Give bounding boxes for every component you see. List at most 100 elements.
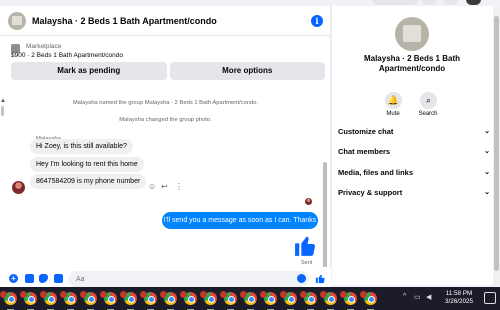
profile-badge: [260, 291, 267, 298]
chrome-icon[interactable]: [180, 291, 198, 310]
notifications-icon[interactable]: [484, 292, 496, 304]
system-message: Malaysha changed the group photo.: [119, 117, 212, 123]
search-icon[interactable]: ⌕: [420, 92, 437, 109]
profile-badge: [300, 291, 307, 298]
profile-badge: [60, 291, 67, 298]
gif-icon[interactable]: [54, 274, 63, 283]
network-icon[interactable]: ▭: [414, 293, 421, 301]
incoming-message[interactable]: Hi Zoey, is this still available?: [30, 139, 133, 154]
profile-badge: [340, 291, 347, 298]
chevron-down-icon: ⌄: [484, 128, 490, 135]
profile-badge: [160, 291, 167, 298]
section-label: Privacy & support: [338, 188, 403, 197]
chevron-down-icon: ⌄: [484, 169, 490, 176]
chat-title[interactable]: Malaysha · 2 Beds 1 Bath Apartment/condo: [32, 16, 217, 26]
chrome-icon[interactable]: [360, 291, 378, 310]
profile-badge: [20, 291, 27, 298]
read-receipt-avatar: [305, 198, 312, 205]
group-avatar-large[interactable]: [395, 17, 429, 51]
like-thumb-icon: [295, 236, 316, 256]
chrome-icon[interactable]: [80, 291, 98, 310]
message-input[interactable]: [68, 271, 309, 287]
profile-badge: [180, 291, 187, 298]
react-emoji-icon[interactable]: ☺: [148, 182, 156, 191]
profile-badge: [40, 291, 47, 298]
profile-badge: [360, 291, 367, 298]
reply-icon[interactable]: ↩: [161, 182, 168, 191]
incoming-message[interactable]: Hey I'm looking to rent this home: [30, 157, 144, 172]
mark-pending-button[interactable]: Mark as pending: [11, 62, 167, 80]
chrome-icon[interactable]: [60, 291, 78, 310]
section-customize-chat[interactable]: Customize chat ⌄: [338, 127, 490, 139]
section-label: Chat members: [338, 147, 391, 156]
chrome-icon[interactable]: [240, 291, 258, 310]
plus-icon[interactable]: +: [9, 274, 18, 283]
more-options-button[interactable]: More options: [169, 62, 325, 80]
chrome-icon[interactable]: [260, 291, 278, 310]
top-icon-button[interactable]: [422, 0, 437, 5]
info-icon[interactable]: i: [311, 15, 323, 27]
section-label: Customize chat: [338, 127, 394, 136]
group-name: Malaysha · 2 Beds 1 Bath Apartment/condo: [363, 54, 461, 73]
chrome-icon[interactable]: [340, 291, 358, 310]
chrome-icon[interactable]: [280, 291, 298, 310]
chrome-icon[interactable]: [220, 291, 238, 310]
chrome-icon[interactable]: [320, 291, 338, 310]
profile-avatar[interactable]: [466, 0, 481, 5]
marketplace-label: Marketplace: [26, 43, 62, 50]
section-label: Media, files and links: [338, 168, 414, 177]
profile-badge: [200, 291, 207, 298]
like-thumb-icon[interactable]: [315, 273, 326, 284]
taskbar: ^ ▭ ◀ 11:58 PM 3/26/2025: [0, 287, 500, 310]
profile-badge: [320, 291, 327, 298]
listing-description[interactable]: $900 · 2 Beds 1 Bath Apartment/condo: [11, 52, 123, 59]
clock-time: 11:58 PM: [445, 290, 473, 297]
chrome-icon[interactable]: [140, 291, 158, 310]
more-icon[interactable]: ⋮: [175, 182, 183, 191]
chrome-icon[interactable]: [300, 291, 318, 310]
info-pane: Malaysha · 2 Beds 1 Bath Apartment/condo…: [332, 6, 500, 285]
page-scrollbar[interactable]: [493, 6, 500, 285]
tray-chevron-icon[interactable]: ^: [403, 293, 406, 300]
chrome-icon[interactable]: [40, 291, 58, 310]
listing-actions: Mark as pending More options: [11, 62, 325, 80]
section-chat-members[interactable]: Chat members ⌄: [338, 147, 490, 159]
clock[interactable]: 11:58 PM 3/26/2025: [439, 290, 479, 306]
top-menu-button[interactable]: [372, 0, 418, 5]
sent-status: Sent: [301, 260, 313, 266]
chat-header: Malaysha · 2 Beds 1 Bath Apartment/condo…: [0, 6, 331, 36]
search-label: Search: [418, 111, 438, 117]
emoji-icon[interactable]: [297, 274, 306, 283]
incoming-message[interactable]: 8647584209 is my phone number: [30, 174, 147, 189]
sender-avatar[interactable]: [12, 181, 25, 194]
chrome-icon[interactable]: [200, 291, 218, 310]
chevron-down-icon: ⌄: [484, 189, 490, 196]
mute-label: Mute: [386, 111, 400, 117]
scrollbar-thumb[interactable]: [494, 16, 499, 271]
left-scrollbar[interactable]: [1, 106, 4, 116]
chrome-icon[interactable]: [160, 291, 178, 310]
profile-badge: [220, 291, 227, 298]
profile-badge: [140, 291, 147, 298]
chrome-icon[interactable]: [100, 291, 118, 310]
group-avatar[interactable]: [8, 11, 26, 30]
sticker-icon[interactable]: [39, 274, 48, 283]
photo-icon[interactable]: [25, 274, 34, 283]
chrome-icon[interactable]: [0, 291, 18, 310]
profile-badge: [240, 291, 247, 298]
volume-icon[interactable]: ◀: [426, 293, 431, 301]
clock-date: 3/26/2025: [444, 298, 473, 305]
chevron-down-icon: ⌄: [484, 148, 490, 155]
top-icon-button[interactable]: [443, 0, 458, 5]
section-media-files-links[interactable]: Media, files and links ⌄: [338, 168, 490, 180]
chrome-icon[interactable]: [120, 291, 138, 310]
profile-badge: [280, 291, 287, 298]
section-privacy-support[interactable]: Privacy & support ⌄: [338, 188, 490, 200]
chat-scrollbar[interactable]: [323, 162, 327, 272]
system-message: Malaysha named the group Malaysha · 2 Be…: [72, 100, 259, 106]
profile-badge: [120, 291, 127, 298]
outgoing-message[interactable]: I'll send you a message as soon as I can…: [162, 212, 318, 229]
mute-bell-icon[interactable]: 🔔: [385, 92, 402, 109]
chrome-icon[interactable]: [20, 291, 38, 310]
profile-badge: [80, 291, 87, 298]
